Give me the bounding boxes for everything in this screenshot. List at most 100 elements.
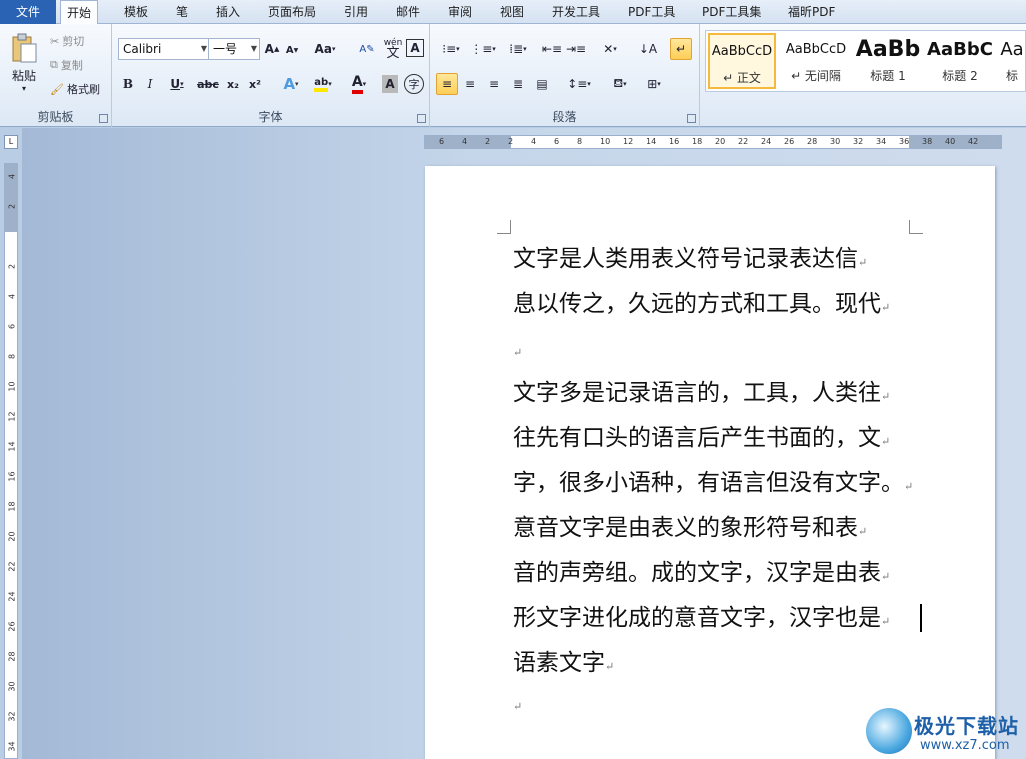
menu-view[interactable]: 视图 (494, 0, 530, 24)
document-page[interactable]: 文字是人类用表义符号记录表达信↵ 息以传之，久远的方式和工具。现代↵ ↵ 文字多是记录… (425, 166, 995, 759)
increase-indent-button[interactable]: ⇥≡ (566, 40, 586, 58)
align-right-button[interactable]: ≡ (484, 74, 504, 94)
chinese-layout-icon: ✕ (603, 42, 614, 56)
decrease-indent-button[interactable]: ⇤≡ (542, 40, 562, 58)
vertical-ruler[interactable]: 4 2 2 4 6 8 10 12 14 16 18 20 22 24 26 28 30 32 34 (4, 163, 18, 759)
menu-review[interactable]: 审阅 (442, 0, 478, 24)
style-no-spacing[interactable]: AaBbCcD ↵ 无间隔 (782, 33, 850, 89)
decrease-indent-icon: ⇤≡ (541, 42, 563, 56)
ruler-tick-label: 30 (7, 681, 17, 692)
ruler-tick-label: 10 (7, 381, 17, 392)
document-line: 意音文字是由表义的象形符号和表↵ (513, 513, 867, 543)
grow-font-icon: A (264, 42, 274, 56)
ruler-tick-label: 14 (7, 441, 17, 452)
justify-button[interactable]: ≣ (508, 74, 528, 94)
subscript-button[interactable]: x₂ (224, 74, 242, 94)
style-normal[interactable]: AaBbCcD ↵ 正文 (708, 33, 776, 89)
shrink-font-button[interactable]: A ▼ (284, 42, 300, 58)
style-name: 标题 2 (942, 69, 978, 83)
ruler-tick-label: 8 (577, 137, 583, 146)
phonetic-guide-button[interactable]: wén 文 (382, 38, 404, 60)
menu-home[interactable]: 开始 (60, 0, 99, 25)
bullets-button[interactable]: ⁝≡ ▾ (438, 40, 464, 58)
highlight-button[interactable]: ab ▾ (308, 74, 338, 94)
paragraph-mark-icon: ↵ (881, 301, 891, 314)
copy-button[interactable]: ⧉ 复制 (50, 56, 83, 74)
line-text: 往先有口头的语言后产生书面的，文 (513, 425, 881, 451)
sort-button[interactable]: ↓A (638, 40, 658, 58)
ruler-tick-label: 12 (623, 137, 634, 146)
distributed-button[interactable]: ▤ (532, 74, 552, 94)
ruler-tick-label: 16 (7, 471, 17, 482)
char-shading-button[interactable]: A (382, 75, 398, 93)
ruler-tick-label: 26 (7, 621, 17, 632)
style-name: ↵ 正文 (723, 71, 761, 85)
multilevel-list-button[interactable]: ⁞≣ ▾ (504, 40, 532, 58)
menu-mail[interactable]: 邮件 (390, 0, 426, 24)
char-border-icon: A (410, 41, 420, 55)
numbering-button[interactable]: ⋮≡ ▾ (470, 40, 496, 58)
menu-pen[interactable]: 笔 (170, 0, 194, 24)
document-line: 字，很多小语种，有语言但没有文字。↵ (513, 468, 913, 498)
clipboard-group: 粘贴 ▾ ✂ 剪切 ⧉ 复制 🖌 格式刷 剪贴板 (0, 24, 112, 127)
ruler-tick-label: 24 (7, 591, 17, 602)
format-painter-button[interactable]: 🖌 格式刷 (50, 80, 100, 98)
ruler-tick-label: 30 (830, 137, 841, 146)
superscript-button[interactable]: x² (246, 74, 264, 94)
menu-template[interactable]: 模板 (118, 0, 154, 24)
menu-foxit-pdf[interactable]: 福昕PDF (782, 0, 841, 24)
paragraph-launcher-icon[interactable] (687, 114, 696, 123)
clipboard-launcher-icon[interactable] (99, 114, 108, 123)
cut-button[interactable]: ✂ 剪切 (50, 32, 84, 50)
tab-selector[interactable]: L (4, 135, 18, 149)
menu-page-layout[interactable]: 页面布局 (262, 0, 322, 24)
menu-references[interactable]: 引用 (338, 0, 374, 24)
style-heading-more[interactable]: Aa 标 (998, 33, 1026, 89)
paint-bucket-icon: ⛾ (613, 76, 624, 90)
document-line: 息以传之，久远的方式和工具。现代↵ (513, 289, 890, 319)
watermark-title: 极光下载站 (914, 714, 1019, 738)
paragraph-mark-icon: ↵ (881, 570, 891, 583)
paste-button[interactable]: 粘贴 ▾ (6, 28, 42, 98)
font-family-select[interactable]: Calibri ▼ (118, 38, 210, 60)
menu-pdf-toolset[interactable]: PDF工具集 (696, 0, 767, 24)
style-preview: Aa (1000, 39, 1024, 60)
align-center-button[interactable]: ≡ (460, 74, 480, 94)
change-case-button[interactable]: Aa ▾ (312, 40, 338, 58)
char-border-button[interactable]: A (406, 39, 424, 57)
copy-icon: ⧉ (50, 58, 58, 71)
clear-format-button[interactable]: A✎ (358, 40, 376, 58)
line-spacing-button[interactable]: ↕≡ ▾ (564, 74, 594, 94)
horizontal-ruler[interactable]: 6 4 2 2 4 6 8 10 12 14 16 18 20 22 24 26 28 30 32 34 36 38 40 4… (424, 135, 1002, 149)
italic-button[interactable]: I (142, 74, 158, 94)
line-text: 息以传之，久远的方式和工具。现代 (513, 291, 881, 317)
menu-file[interactable]: 文件 (0, 0, 56, 24)
menu-developer[interactable]: 开发工具 (546, 0, 606, 24)
borders-button[interactable]: ⊞ ▾ (640, 74, 668, 94)
style-heading-1[interactable]: AaBb 标题 1 (854, 33, 922, 89)
style-heading-2[interactable]: AaBbC 标题 2 (926, 33, 994, 89)
align-left-button[interactable]: ≡ (436, 73, 458, 95)
font-launcher-icon[interactable] (417, 114, 426, 123)
menu-bar: 文件 开始 模板 笔 插入 页面布局 引用 邮件 审阅 视图 开发工具 PDF工… (0, 0, 1026, 25)
font-size-select[interactable]: 一号 ▼ (208, 38, 260, 60)
line-text: 音的声旁组。成的文字，汉字是由表 (513, 560, 881, 586)
underline-button[interactable]: U ▾ (166, 74, 188, 94)
bold-button[interactable]: B (120, 74, 136, 94)
ruler-tick-label: 22 (738, 137, 749, 146)
show-marks-button[interactable]: ↵ (670, 38, 692, 60)
strikethrough-button[interactable]: abc (196, 74, 220, 94)
ruler-tick-label: 20 (715, 137, 726, 146)
grow-font-button[interactable]: A ▲ (264, 40, 280, 58)
paste-icon (10, 33, 38, 63)
chevron-down-icon: ▾ (21, 84, 26, 93)
shading-button[interactable]: ⛾ ▾ (606, 74, 634, 94)
menu-insert[interactable]: 插入 (210, 0, 246, 24)
font-color-button[interactable]: A ▾ (344, 74, 374, 94)
paste-label: 粘贴 (11, 69, 36, 83)
paragraph-mark-icon: ↵ (881, 435, 891, 448)
menu-pdf-tools[interactable]: PDF工具 (622, 0, 681, 24)
enclose-char-button[interactable]: 字 (404, 74, 424, 94)
text-effects-button[interactable]: A ▾ (278, 74, 304, 94)
chinese-layout-button[interactable]: ✕ ▾ (596, 40, 624, 58)
